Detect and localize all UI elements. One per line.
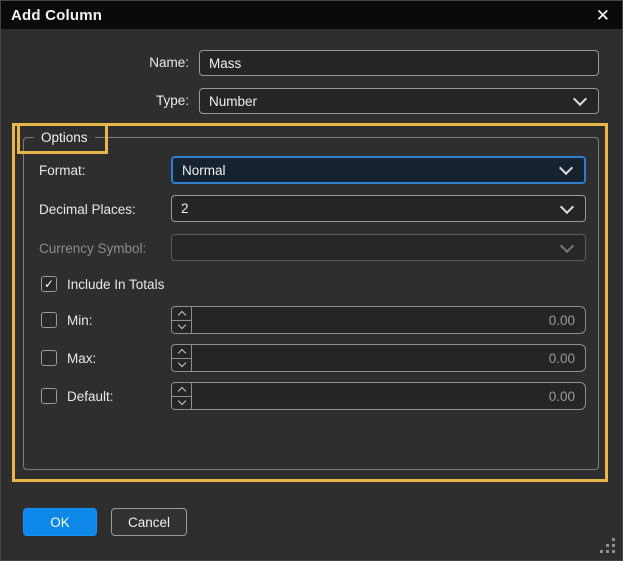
options-legend: Options <box>34 130 95 145</box>
currency-symbol-label: Currency Symbol: <box>39 241 147 256</box>
options-groupbox <box>23 137 599 470</box>
spin-down-button[interactable] <box>172 359 191 372</box>
default-spinner <box>171 382 192 410</box>
ok-button[interactable]: OK <box>23 508 97 536</box>
default-input[interactable]: 0.00 <box>191 382 586 410</box>
max-input-value: 0.00 <box>548 350 575 366</box>
max-label: Max: <box>67 351 97 366</box>
add-column-dialog: Add Column ✕ Name: Type: Number Options … <box>0 0 623 561</box>
format-label: Format: <box>39 163 86 178</box>
chevron-up-icon <box>177 386 186 395</box>
min-spinner <box>171 306 192 334</box>
spin-up-button[interactable] <box>172 383 191 397</box>
spin-down-button[interactable] <box>172 397 191 410</box>
chevron-up-icon <box>177 348 186 357</box>
name-label: Name: <box>149 55 189 70</box>
spin-up-button[interactable] <box>172 345 191 359</box>
chevron-down-icon <box>177 359 186 368</box>
max-input[interactable]: 0.00 <box>191 344 586 372</box>
format-select-value: Normal <box>182 162 226 178</box>
chevron-down-icon <box>177 397 186 406</box>
decimal-places-select[interactable]: 2 <box>171 195 586 222</box>
currency-symbol-select[interactable] <box>171 234 586 261</box>
close-icon[interactable]: ✕ <box>594 7 612 24</box>
resize-grip[interactable] <box>612 550 615 553</box>
check-icon: ✓ <box>43 277 55 291</box>
max-checkbox[interactable]: ✓ <box>41 350 57 366</box>
default-input-value: 0.00 <box>548 388 575 404</box>
chevron-down-icon <box>559 199 575 214</box>
min-input[interactable]: 0.00 <box>191 306 586 334</box>
dialog-title: Add Column <box>11 6 103 24</box>
min-input-value: 0.00 <box>548 312 575 328</box>
type-select[interactable]: Number <box>199 88 599 114</box>
include-in-totals-checkbox[interactable]: ✓ <box>41 276 57 292</box>
decimal-places-label: Decimal Places: <box>39 202 136 217</box>
type-label: Type: <box>155 93 189 108</box>
min-label: Min: <box>67 313 93 328</box>
cancel-button[interactable]: Cancel <box>111 508 187 536</box>
spin-down-button[interactable] <box>172 321 191 334</box>
max-spinner <box>171 344 192 372</box>
chevron-up-icon <box>177 310 186 319</box>
include-in-totals-label: Include In Totals <box>67 277 165 292</box>
default-label: Default: <box>67 389 114 404</box>
chevron-down-icon <box>572 91 588 107</box>
min-checkbox[interactable]: ✓ <box>41 312 57 328</box>
decimal-places-select-value: 2 <box>181 201 189 216</box>
name-input[interactable] <box>199 50 599 76</box>
spin-up-button[interactable] <box>172 307 191 321</box>
format-select[interactable]: Normal <box>171 156 586 184</box>
chevron-down-icon <box>559 238 575 253</box>
title-bar: Add Column ✕ <box>1 1 622 29</box>
chevron-down-icon <box>177 321 186 330</box>
chevron-down-icon <box>558 160 574 176</box>
type-select-value: Number <box>209 93 258 109</box>
default-checkbox[interactable]: ✓ <box>41 388 57 404</box>
